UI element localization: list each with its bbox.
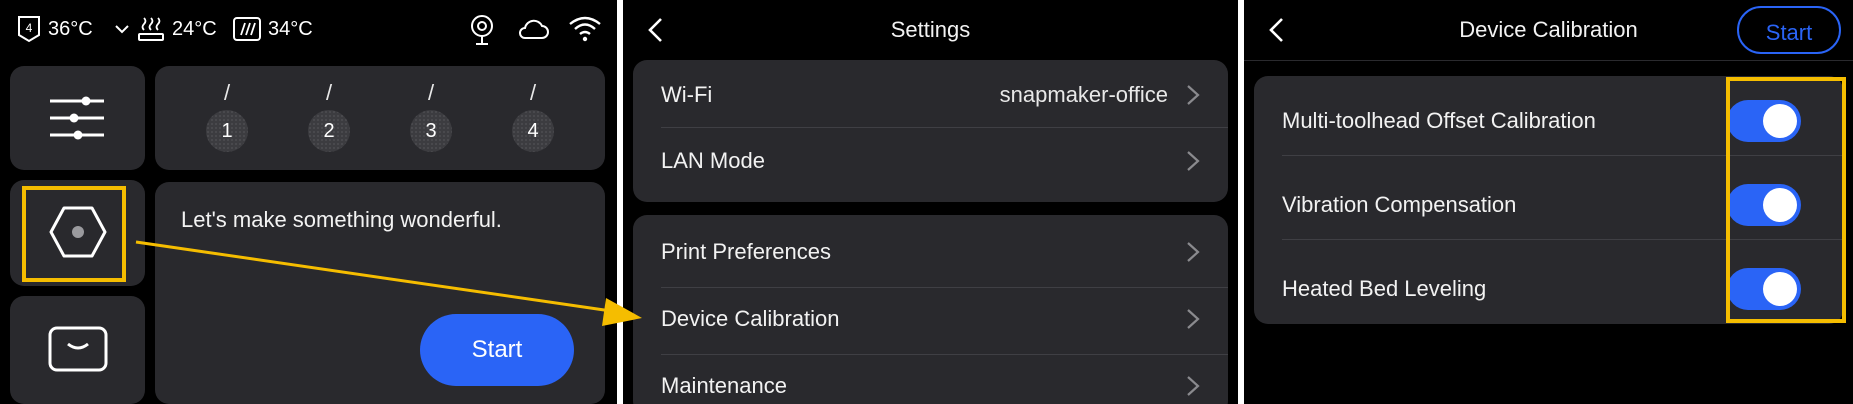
annotation-arrow <box>135 240 642 326</box>
